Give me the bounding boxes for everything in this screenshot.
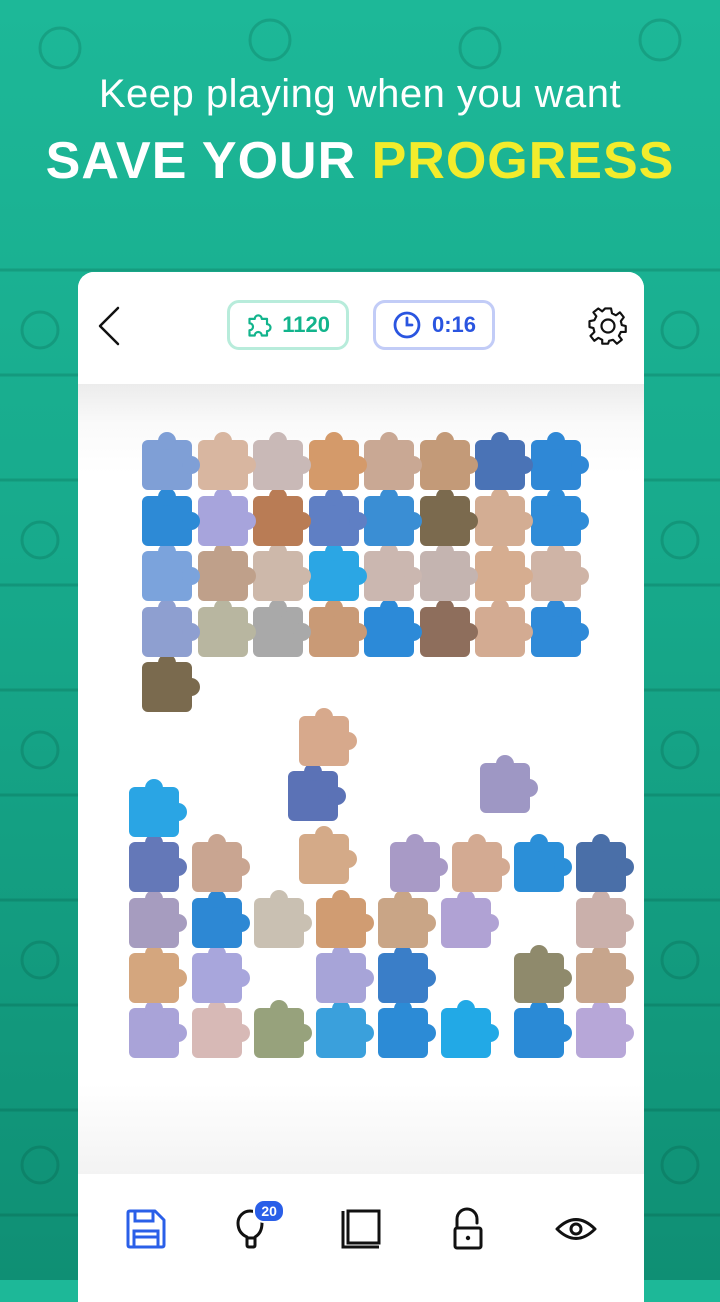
headline-title-main: SAVE YOUR: [45, 132, 357, 190]
loose-puzzle-piece[interactable]: [299, 826, 358, 885]
settings-button[interactable]: [588, 306, 628, 346]
puzzle-piece[interactable]: [308, 598, 367, 657]
puzzle-piece[interactable]: [308, 543, 367, 601]
headline-title: SAVE YOUR PROGRESS: [0, 131, 720, 191]
puzzle-piece[interactable]: [142, 654, 200, 712]
loose-puzzle-piece[interactable]: [191, 944, 250, 1003]
loose-puzzle-piece[interactable]: [129, 1000, 188, 1059]
puzzle-piece[interactable]: [142, 598, 200, 657]
puzzle-piece[interactable]: [364, 598, 422, 657]
puzzle-board[interactable]: Successfully Saved: [78, 384, 644, 1261]
puzzle-piece[interactable]: [419, 598, 478, 657]
puzzle-piece[interactable]: [197, 543, 256, 601]
puzzle-piece[interactable]: [253, 432, 311, 490]
puzzle-piece[interactable]: [253, 598, 311, 657]
loose-puzzle-piece[interactable]: [191, 1000, 250, 1059]
headline-title-accent: PROGRESS: [371, 132, 675, 190]
loose-puzzle-piece[interactable]: [514, 1000, 573, 1059]
loose-puzzle-piece[interactable]: [191, 834, 250, 893]
puzzle-piece[interactable]: [364, 487, 422, 546]
puzzle-piece[interactable]: [475, 598, 533, 657]
loose-puzzle-piece[interactable]: [378, 889, 437, 948]
loose-puzzle-piece[interactable]: [389, 834, 448, 893]
back-button[interactable]: [92, 304, 128, 348]
loose-puzzle-piece[interactable]: [451, 834, 510, 893]
loose-puzzle-piece[interactable]: [299, 707, 358, 766]
loose-puzzle-piece[interactable]: [287, 763, 346, 822]
chevron-left-icon: [98, 306, 120, 346]
puzzle-piece[interactable]: [475, 543, 533, 601]
puzzle-piece[interactable]: [419, 432, 478, 490]
headline-subtitle: Keep playing when you want: [98, 72, 622, 116]
loose-puzzle-piece[interactable]: [576, 889, 635, 948]
puzzle-piece[interactable]: [530, 598, 589, 657]
loose-puzzle-piece[interactable]: [129, 944, 188, 1003]
timer-value: 0:16: [431, 312, 476, 337]
puzzle-piece[interactable]: [364, 543, 422, 601]
loose-puzzle-piece[interactable]: [576, 834, 635, 893]
puzzle-piece[interactable]: [197, 432, 256, 490]
loose-puzzle-piece[interactable]: [129, 834, 188, 893]
loose-puzzle-piece[interactable]: [129, 778, 188, 837]
loose-puzzle-piece[interactable]: [129, 889, 188, 948]
puzzle-piece[interactable]: [142, 487, 200, 546]
save-button[interactable]: [116, 1199, 176, 1259]
loose-puzzle-piece[interactable]: [191, 889, 250, 948]
loose-puzzle-piece[interactable]: [576, 944, 635, 1003]
pieces-count: 1120: [282, 312, 330, 337]
loose-puzzle-piece[interactable]: [253, 889, 312, 948]
puzzle-piece[interactable]: [253, 487, 311, 546]
puzzle-piece[interactable]: [142, 543, 200, 601]
preview-button[interactable]: [546, 1199, 606, 1259]
puzzle-piece-icon: [248, 314, 272, 337]
puzzle-piece[interactable]: [308, 487, 367, 546]
puzzle-piece[interactable]: [142, 432, 200, 490]
puzzle-piece[interactable]: [197, 598, 256, 657]
unlocked-padlock-icon: [453, 1207, 483, 1250]
hint-button[interactable]: 20: [223, 1199, 285, 1259]
timer: 0:16: [373, 300, 495, 350]
clock-icon: [393, 311, 421, 339]
puzzle-piece[interactable]: [530, 432, 589, 490]
puzzle-piece[interactable]: [253, 543, 311, 601]
puzzle-piece[interactable]: [419, 543, 478, 601]
stacked-squares-icon: [341, 1209, 381, 1249]
hint-count-badge: 20: [253, 1199, 285, 1223]
loose-puzzle-piece[interactable]: [378, 944, 437, 1003]
promo-headline: Keep playing when you want SAVE YOUR PRO…: [0, 72, 720, 191]
loose-puzzle-piece[interactable]: [378, 1000, 437, 1059]
floppy-disk-icon: [126, 1209, 166, 1249]
loose-puzzle-piece[interactable]: [514, 834, 573, 893]
loose-puzzle-piece[interactable]: [316, 944, 375, 1003]
puzzle-piece[interactable]: [419, 487, 478, 546]
loose-puzzle-piece[interactable]: [576, 1000, 635, 1059]
puzzle-piece[interactable]: [530, 487, 589, 546]
puzzle-piece[interactable]: [475, 487, 533, 546]
loose-puzzle-piece[interactable]: [440, 889, 499, 948]
loose-puzzle-piece[interactable]: [514, 944, 573, 1003]
gear-icon: [588, 307, 627, 345]
eye-icon: [555, 1218, 597, 1240]
puzzle-piece[interactable]: [308, 432, 367, 490]
lock-button[interactable]: [439, 1199, 499, 1259]
loose-puzzle-piece[interactable]: [316, 1000, 375, 1059]
loose-puzzle-piece[interactable]: [253, 1000, 312, 1059]
bottom-toolbar: 20: [78, 1174, 644, 1284]
puzzle-piece[interactable]: [197, 487, 256, 546]
game-screen: 1120 0:16 Successfully Saved: [78, 272, 644, 1302]
game-topbar: 1120 0:16: [78, 272, 644, 384]
puzzle-piece[interactable]: [475, 432, 533, 490]
puzzle-piece[interactable]: [530, 543, 589, 601]
loose-puzzle-piece[interactable]: [316, 889, 375, 948]
puzzle-piece[interactable]: [364, 432, 422, 490]
loose-puzzle-piece[interactable]: [480, 755, 539, 814]
pieces-counter: 1120: [227, 300, 349, 350]
loose-puzzle-piece[interactable]: [440, 1000, 499, 1059]
pieces-tray-button[interactable]: [331, 1199, 391, 1259]
